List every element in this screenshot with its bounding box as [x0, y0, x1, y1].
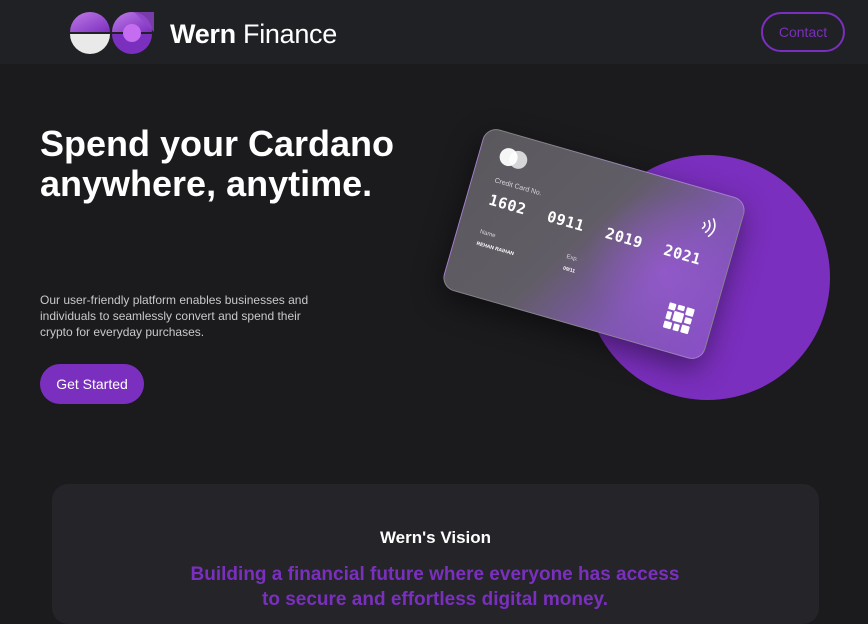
hero-title: Spend your Cardano anywhere, anytime. — [40, 123, 395, 204]
card-name-label: Name — [479, 229, 497, 240]
vision-section: Wern's Vision Building a financial futur… — [52, 484, 819, 624]
card-number-group: 1602 — [486, 190, 529, 219]
get-started-button[interactable]: Get Started — [40, 364, 144, 404]
contact-button[interactable]: Contact — [761, 12, 845, 52]
card-holder-name: REHAN RAIHAN — [475, 240, 515, 258]
card-expiry-label: Exp. — [565, 254, 579, 264]
card-number-group: 0911 — [545, 207, 587, 236]
vision-title: Wern's Vision — [379, 528, 492, 547]
wern-logo-icon[interactable] — [68, 10, 158, 55]
brand-name[interactable]: Wern Finance — [170, 19, 337, 50]
brand-name-main: Wern — [170, 19, 236, 49]
hero-description: Our user-friendly platform enables busin… — [40, 293, 309, 339]
card-expiry-value: 09/11 — [562, 265, 576, 275]
brand-name-suffix: Finance — [243, 19, 337, 49]
site-header: Wern Finance Contact — [0, 0, 868, 64]
card-brand-icon — [497, 145, 531, 173]
